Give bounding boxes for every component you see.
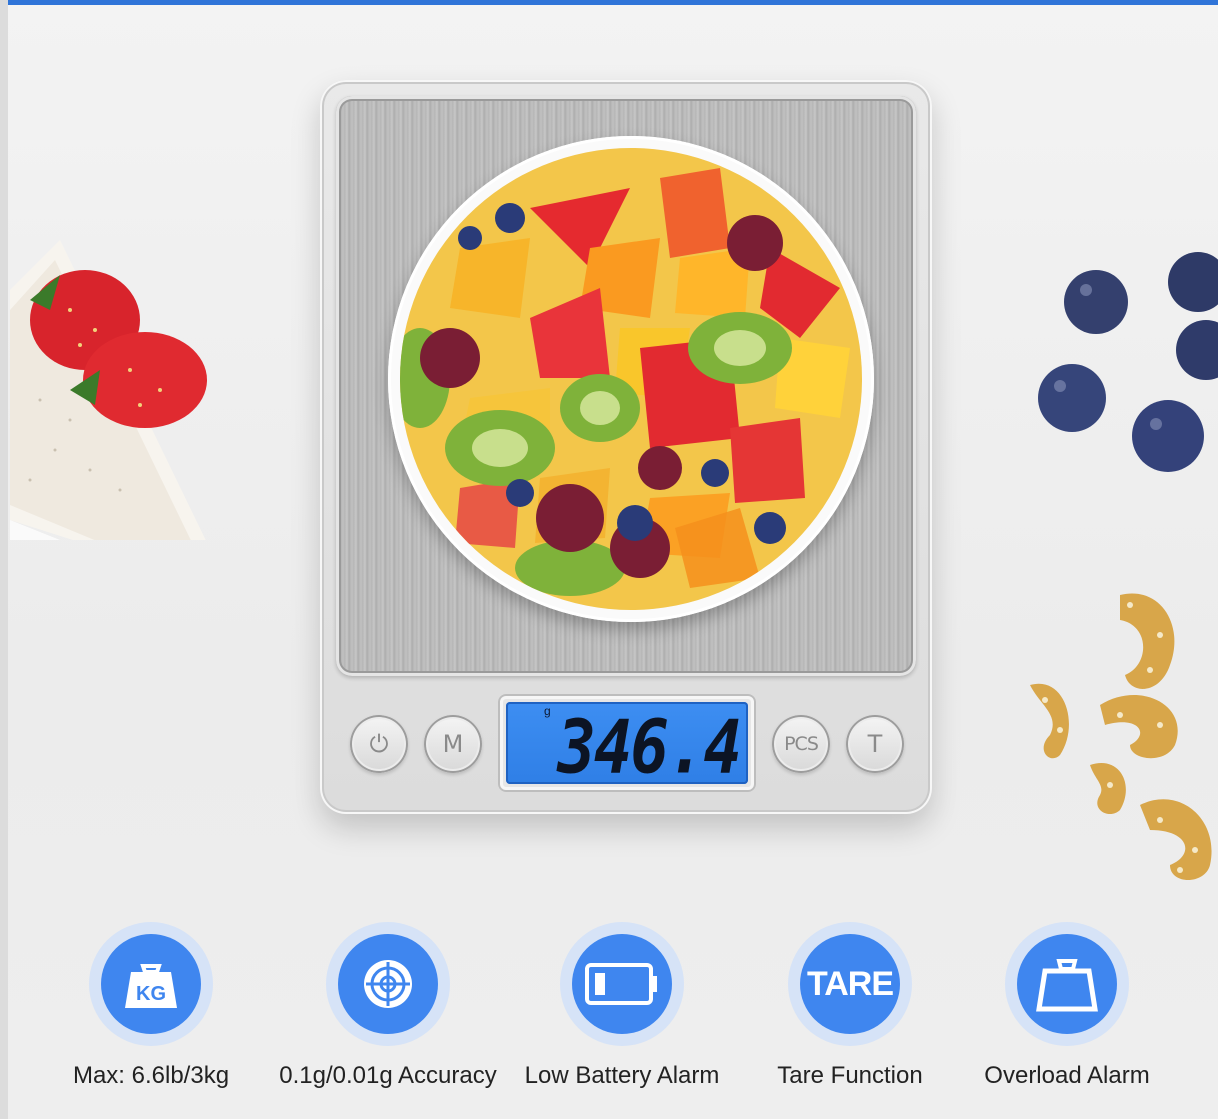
- display-unit: g: [544, 704, 551, 718]
- fruit-bowl: [388, 136, 874, 622]
- control-panel: ⏻ M g 346.4 PCS T: [320, 676, 932, 814]
- lcd-display: g 346.4: [506, 702, 748, 791]
- feature-accuracy: 0.1g/0.01g Accuracy: [273, 922, 503, 1102]
- feature-low-battery: Low Battery Alarm: [507, 922, 737, 1102]
- feature-label: Low Battery Alarm: [524, 1062, 720, 1089]
- feature-label: Overload Alarm: [984, 1062, 1150, 1089]
- crosshair-target-icon: [364, 960, 412, 1008]
- kitchen-scale: ⏻ M g 346.4 PCS T: [320, 80, 932, 814]
- left-edge-shadow: [0, 0, 8, 1119]
- weight-reading: 346.4: [557, 706, 742, 792]
- weight-kg-icon: KG: [125, 964, 177, 1008]
- strawberry-cake-image: [10, 240, 207, 540]
- mode-button[interactable]: M: [424, 715, 482, 773]
- battery-low-icon: [585, 963, 657, 1005]
- sesame-cashews-image: [1030, 593, 1212, 880]
- top-accent-bar: [0, 0, 1218, 5]
- svg-text:KG: KG: [136, 983, 166, 1005]
- pcs-button[interactable]: PCS: [772, 715, 830, 773]
- power-button[interactable]: ⏻: [350, 715, 408, 773]
- tare-icon: TARE: [806, 964, 894, 1003]
- fruit-salad-image: [400, 148, 862, 610]
- tare-button[interactable]: T: [846, 715, 904, 773]
- overload-weight-icon: [1036, 959, 1098, 1012]
- feature-label: 0.1g/0.01g Accuracy: [279, 1062, 497, 1089]
- power-icon: ⏻: [369, 730, 389, 758]
- display-frame: g 346.4: [498, 694, 756, 792]
- feature-label: Max: 6.6lb/3kg: [72, 1062, 230, 1089]
- feature-label: Tare Function: [777, 1062, 923, 1089]
- feature-max-capacity: KG Max: 6.6lb/3kg: [36, 922, 266, 1102]
- feature-tare: TARE Tare Function: [735, 922, 965, 1102]
- blueberries-image: [1038, 252, 1218, 472]
- weighing-platform: [336, 96, 916, 676]
- feature-overload: Overload Alarm: [952, 922, 1182, 1102]
